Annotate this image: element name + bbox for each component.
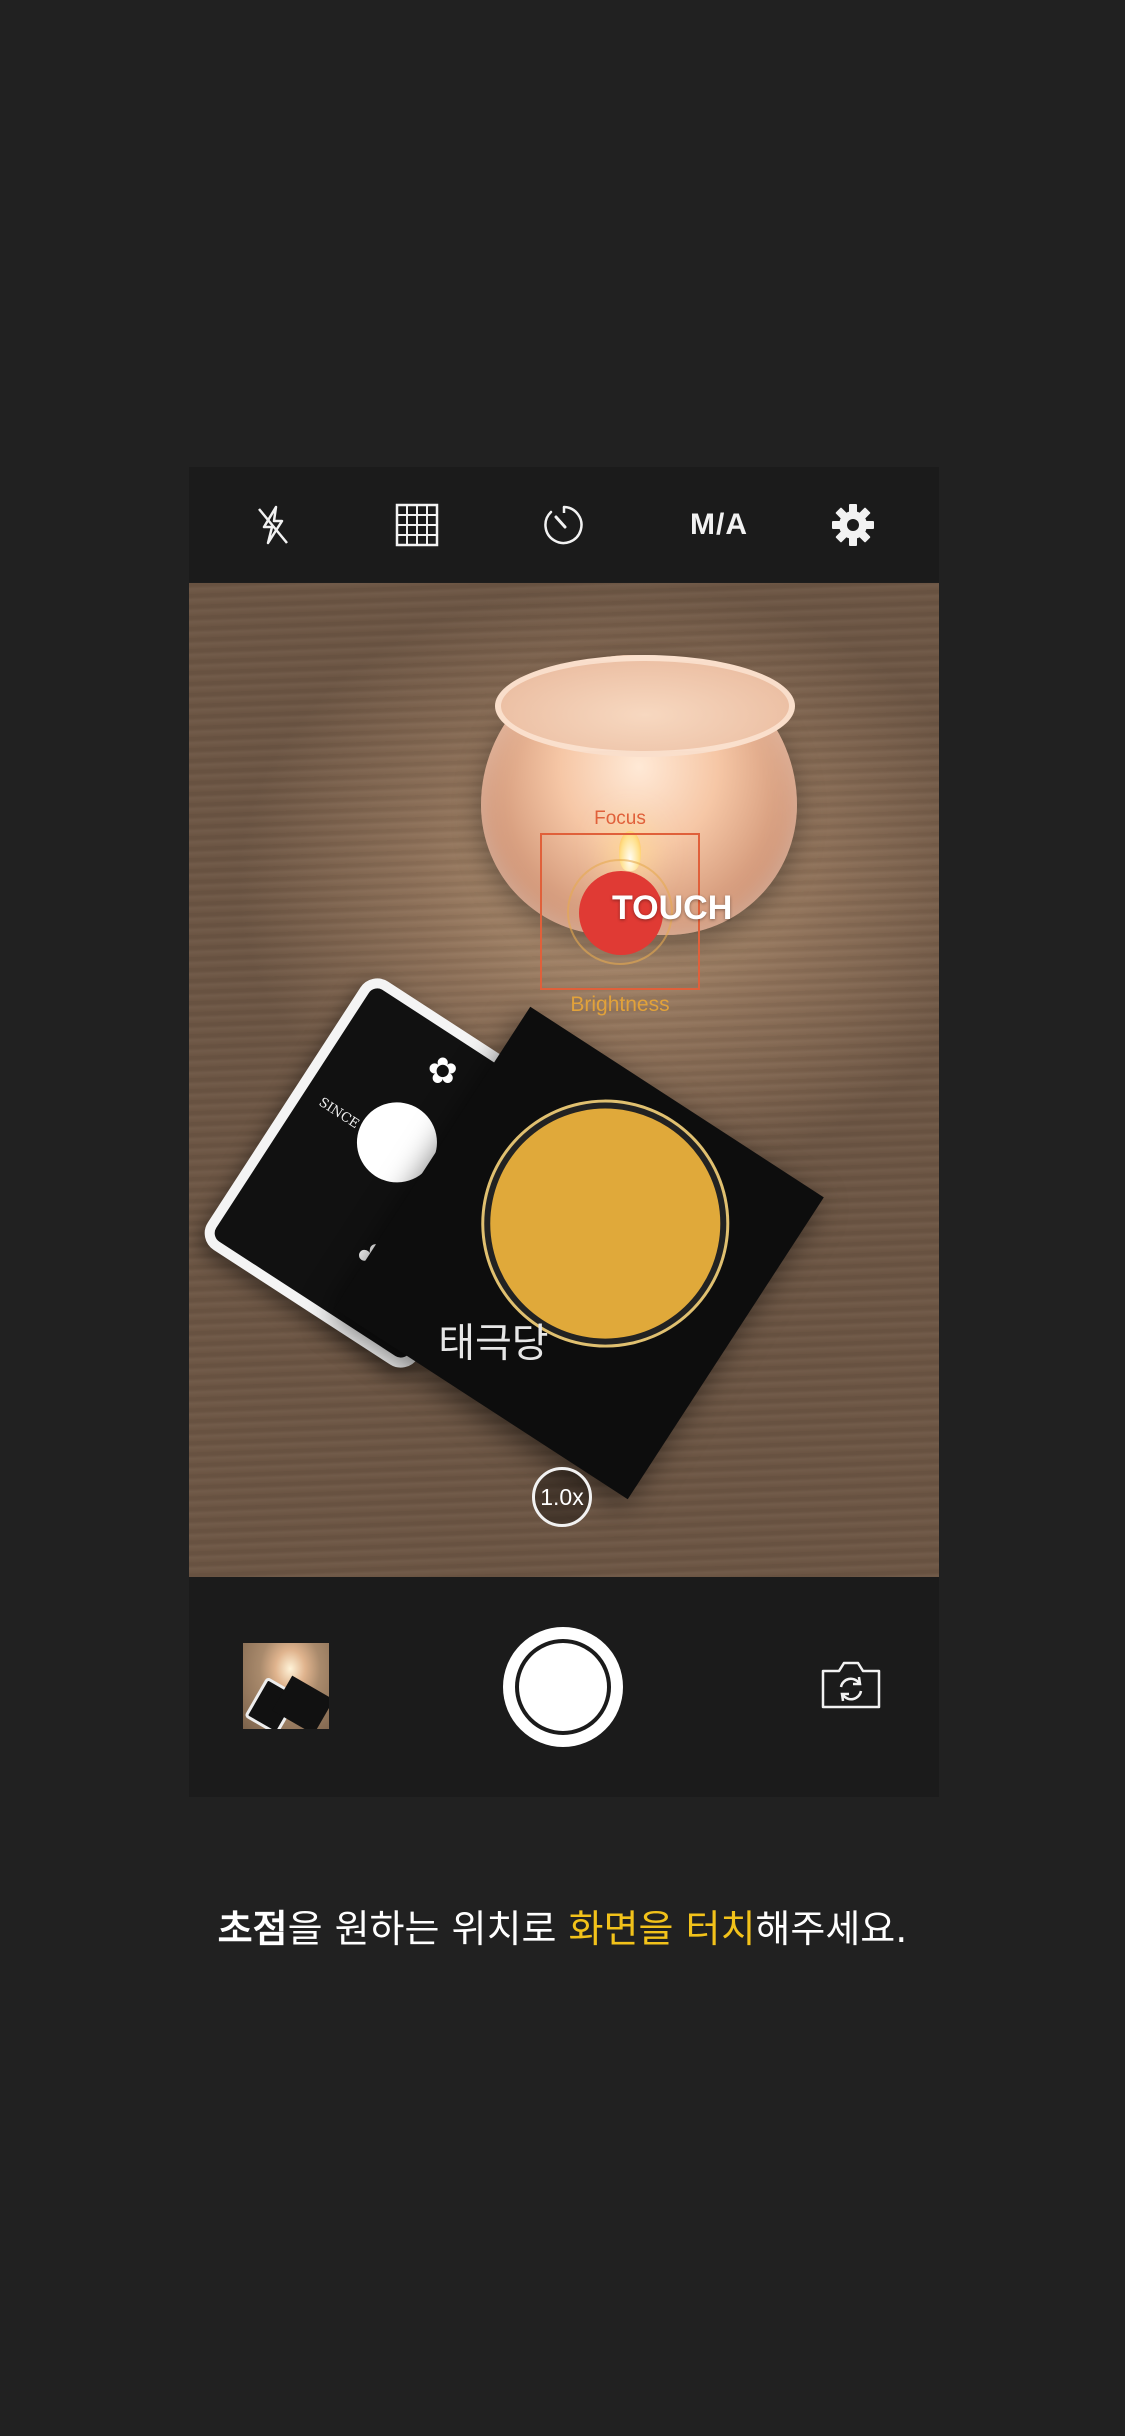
card-brand-text: 태극당 — [438, 1320, 549, 1367]
instruction-text: 초점을 원하는 위치로 화면을 터치해주세요. — [0, 1898, 1125, 1953]
camera-viewfinder[interactable]: ✿ SINCE 1946 ♣ 태극당 Focus TOUCH Brightnes… — [189, 583, 939, 1577]
zoom-button[interactable]: 1.0x — [532, 1467, 592, 1527]
instruction-focus-word: 초점 — [217, 1907, 288, 1951]
gear-icon — [832, 504, 874, 546]
camera-flip-button[interactable] — [817, 1657, 885, 1713]
focus-label: Focus — [594, 808, 646, 829]
shutter-button[interactable] — [503, 1627, 623, 1747]
brightness-label: Brightness — [570, 993, 670, 1016]
manual-auto-button[interactable]: M/A — [679, 497, 759, 553]
flash-off-button[interactable] — [245, 497, 301, 553]
camera-toolbar: M/A — [189, 467, 939, 582]
instruction-part2: 을 원하는 위치로 — [287, 1907, 569, 1951]
shutter-inner — [515, 1639, 611, 1735]
camera-screen: M/A ✿ SINCE 태극당 Focus TOUCH Brightness 1… — [189, 467, 939, 1797]
last-photo-thumbnail[interactable] — [243, 1643, 329, 1729]
mode-label: M/A — [690, 508, 748, 541]
settings-button[interactable] — [825, 497, 881, 553]
touch-label: TOUCH — [612, 889, 733, 927]
flash-off-icon — [258, 505, 288, 545]
grid-button[interactable] — [389, 497, 445, 553]
timer-button[interactable] — [536, 497, 592, 553]
timer-icon — [544, 505, 583, 545]
flower-icon: ✿ — [427, 1050, 458, 1092]
camera-controls — [189, 1577, 939, 1797]
camera-flip-icon — [821, 1661, 881, 1709]
instruction-part4: 해주세요. — [755, 1907, 908, 1951]
instruction-highlight: 화면을 터치 — [568, 1907, 756, 1951]
candle-rim — [495, 655, 795, 757]
grid-icon — [395, 503, 439, 547]
card-since-text: SINCE — [315, 1095, 362, 1133]
